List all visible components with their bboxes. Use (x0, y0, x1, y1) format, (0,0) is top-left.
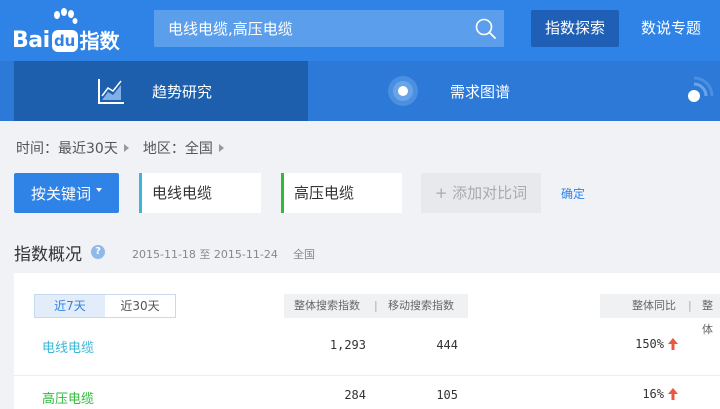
region-arrow-icon (218, 144, 224, 152)
search-box (154, 10, 504, 47)
region-label: 全国 (293, 248, 315, 261)
add-compare-button[interactable]: + 添加对比词 (421, 173, 541, 213)
filter-row: 时间：最近30天 地区：全国 (16, 138, 238, 158)
search-input[interactable] (154, 10, 464, 47)
baidu-index-logo[interactable]: Bai du 指数 (12, 8, 120, 52)
time-arrow-icon (123, 144, 129, 152)
tab-trend-research[interactable]: 趋势研究 (14, 61, 308, 121)
row-mobile-index: 444 (436, 338, 458, 352)
help-icon[interactable]: ? (91, 245, 105, 259)
signal-icon (688, 76, 714, 102)
period-tabs: 近7天 近30天 (34, 294, 176, 318)
overview-panel: 近7天 近30天 整体搜索指数 | 移动搜索指数 整体同比 | 整体 电线电缆 … (14, 273, 720, 409)
row-yoy-value: 16% (642, 387, 664, 401)
col-yoy: 整体同比 (632, 299, 676, 312)
tab-demand-graph[interactable]: 需求图谱 (386, 61, 586, 121)
row-mobile-index: 105 (436, 388, 458, 402)
confirm-button[interactable]: 确定 (561, 185, 585, 202)
arrow-up-icon (668, 338, 678, 350)
row-total-index: 284 (344, 388, 366, 402)
row-yoy-value: 150% (635, 337, 664, 351)
arrow-up-icon (668, 388, 678, 400)
keyword-input-2[interactable]: 高压电缆 (281, 173, 402, 213)
by-keyword-dropdown[interactable]: 按关键词 (14, 173, 119, 213)
table-row: 电线电缆 1,293 444 150% (14, 324, 720, 364)
row-yoy: 16% (642, 387, 678, 401)
by-keyword-label: 按关键词 (30, 184, 91, 203)
tab-7-days[interactable]: 近7天 (35, 295, 105, 317)
paw-icon (54, 8, 78, 24)
col-yoy-separator: | (688, 299, 692, 312)
region-filter[interactable]: 地区：全国 (143, 138, 213, 158)
top-header: Bai du 指数 指数探索 数说专题 (0, 0, 720, 61)
overview-title: 指数概况 (14, 245, 82, 265)
tab-trend-label: 趋势研究 (152, 82, 213, 101)
keyword-input-1[interactable]: 电线电缆 (139, 173, 261, 213)
trend-chart-icon (98, 79, 124, 104)
main-nav: 趋势研究 需求图谱 (0, 61, 720, 121)
row-keyword[interactable]: 电线电缆 (42, 337, 94, 356)
row-total-index: 1,293 (329, 338, 366, 352)
row-yoy: 150% (635, 337, 678, 351)
logo-du-badge: du (51, 30, 78, 52)
date-range: 2015-11-18 至 2015-11-24 (132, 248, 278, 261)
tab-more[interactable] (684, 61, 720, 121)
col-separator: | (374, 299, 378, 312)
index-explore-button[interactable]: 指数探索 (531, 10, 619, 47)
radar-icon (388, 76, 418, 106)
row-keyword[interactable]: 高压电缆 (42, 388, 94, 407)
tab-demand-label: 需求图谱 (450, 82, 511, 101)
caret-down-icon (96, 188, 102, 192)
logo-product-text: 指数 (79, 29, 120, 53)
tab-30-days[interactable]: 近30天 (105, 295, 175, 317)
col-total-search: 整体搜索指数 (294, 299, 360, 312)
logo-bai-text: Bai (12, 28, 50, 53)
index-column-header: 整体搜索指数 | 移动搜索指数 (284, 294, 468, 318)
search-icon[interactable] (474, 17, 498, 41)
table-row: 高压电缆 284 105 16% (14, 375, 720, 409)
time-filter[interactable]: 时间：最近30天 (16, 138, 118, 158)
yoy-column-header: 整体同比 | 整体 (600, 294, 720, 336)
data-topics-link[interactable]: 数说专题 (641, 10, 701, 47)
col-mobile-search: 移动搜索指数 (388, 299, 454, 312)
